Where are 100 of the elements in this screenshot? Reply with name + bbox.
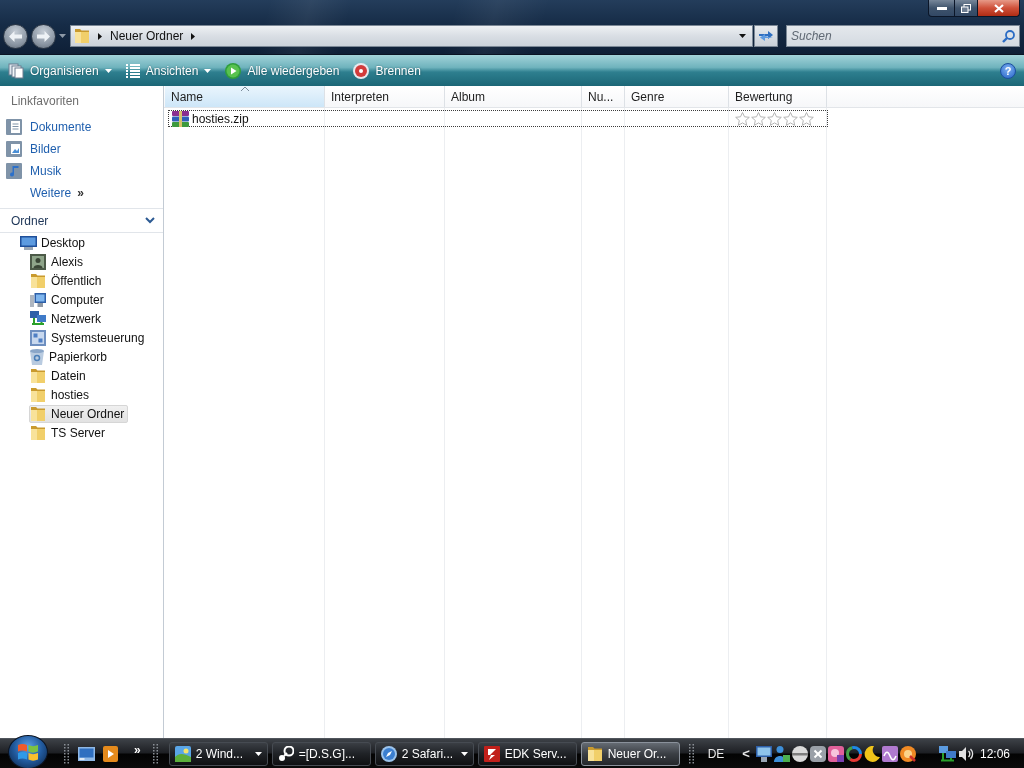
breadcrumb-item[interactable]: Neuer Ordner [110,29,184,43]
taskbar-button[interactable]: =[D.S.G]... [271,741,371,766]
music-icon [6,163,22,179]
address-bar[interactable]: Neuer Ordner [70,25,753,47]
recycle-bin-icon [30,348,44,365]
star-icon [783,111,798,126]
star-icon [751,111,766,126]
play-icon [225,62,242,79]
column-header[interactable]: Bewertung [729,86,827,107]
grip-icon [64,743,69,764]
tree-item[interactable]: Neuer Ordner [29,404,129,423]
folder-icon [74,28,90,44]
taskbar-button[interactable]: 2 Wind... [168,741,268,766]
folder-icon [586,745,603,762]
x-tile-icon[interactable] [809,745,826,762]
column-header[interactable]: Album [445,86,582,107]
toolbar-button[interactable]: Ansichten [121,58,216,83]
close-icon [993,3,1004,13]
tree-item[interactable]: Systemsteuerung [29,328,149,347]
dot-tile-icon[interactable] [827,745,844,762]
file-row[interactable]: hosties.zip [168,110,828,127]
maximize-button[interactable] [954,0,978,17]
speaker-icon[interactable] [958,745,975,762]
clock[interactable]: 12:06 [979,746,1010,761]
arrow-left-icon [9,30,22,42]
tree-item[interactable]: Netzwerk [29,309,105,328]
caret-icon [104,68,112,73]
desktop-icon [78,746,95,761]
column-header[interactable]: Name [165,86,325,107]
minimize-icon [936,6,947,10]
network-icon [30,310,46,327]
tree-item[interactable]: Desktop [19,233,90,252]
grip-icon [152,743,158,764]
star-icon [735,111,750,126]
favorite-link[interactable]: Musik [0,160,62,182]
folder-icon [30,405,46,422]
tree-item[interactable]: Computer [29,290,108,309]
crescent-icon[interactable] [863,745,880,762]
tree-item[interactable]: Alexis [29,252,87,271]
user-tile-icon [30,253,46,270]
tree-item[interactable]: Papierkorb [29,347,112,366]
slashed-disc-icon[interactable] [899,745,916,762]
tree-item[interactable]: Öffentlich [29,271,106,290]
more-link[interactable]: Weitere [30,186,72,200]
monitor-icon [20,235,37,250]
tree-item[interactable]: TS Server [29,423,109,442]
column-header[interactable]: Nu... [582,86,625,107]
restore-icon [961,3,971,13]
more-arrow[interactable]: » [77,186,84,200]
language-indicator[interactable]: DE [707,746,725,761]
tree-item[interactable]: Datein [29,366,90,385]
folder-icon [30,272,46,289]
toolbar-button[interactable]: Brennen [349,58,425,83]
folder-icon [30,386,46,403]
show-desktop-button[interactable] [78,746,95,761]
control-panel-icon [30,329,46,346]
folder-icon [30,367,46,384]
person-icon[interactable] [773,745,790,762]
taskbar-button[interactable]: Neuer Or... [580,741,680,766]
favorite-link[interactable]: Bilder [0,138,61,160]
taskbar-button[interactable]: 2 Safari... [374,741,474,766]
lightning-tile-icon [483,745,500,762]
pages-icon [8,62,24,79]
link-circles-icon [277,745,294,762]
taskbar-button[interactable]: EDK Serv... [477,741,577,766]
close-button[interactable] [977,0,1020,17]
section-heading: Linkfavoriten [10,93,81,110]
list-view-icon [125,63,140,78]
star-icon [799,111,814,126]
chevron-down-icon[interactable] [145,217,155,224]
wave-tile-icon[interactable] [881,745,898,762]
start-button[interactable] [8,734,48,768]
tree-item[interactable]: hosties [29,385,94,404]
column-header[interactable]: Genre [625,86,729,107]
tray-expand-button[interactable]: < [742,746,750,761]
star-icon [767,111,782,126]
toolbar-button[interactable]: Organisieren [4,58,116,83]
favorite-link[interactable]: Dokumente [0,116,92,138]
monitor-icon[interactable] [755,745,772,762]
breadcrumb-arrow-icon[interactable] [191,32,196,40]
ring-icon[interactable] [845,745,862,762]
more-button[interactable]: » [132,743,143,757]
landscape-icon [174,745,191,762]
refresh-icon [758,29,774,43]
minimize-button[interactable] [928,0,955,17]
breadcrumb-arrow-icon[interactable] [98,32,102,40]
refresh-button[interactable] [754,25,778,47]
caret-icon[interactable] [59,34,66,38]
sphere-icon[interactable] [791,745,808,762]
document-icon [6,119,22,135]
column-header[interactable]: Interpreten [325,86,445,107]
network-icon[interactable] [938,745,956,762]
picture-icon [6,141,22,157]
folder-icon [30,424,46,441]
caret-icon [204,68,212,73]
toolbar-button[interactable]: Alle wiedergeben [221,58,344,83]
play-tile-icon [103,745,118,762]
dropdown-caret-icon[interactable] [739,34,746,38]
stacked-books-icon [172,110,189,127]
media-player-button[interactable] [103,745,118,762]
